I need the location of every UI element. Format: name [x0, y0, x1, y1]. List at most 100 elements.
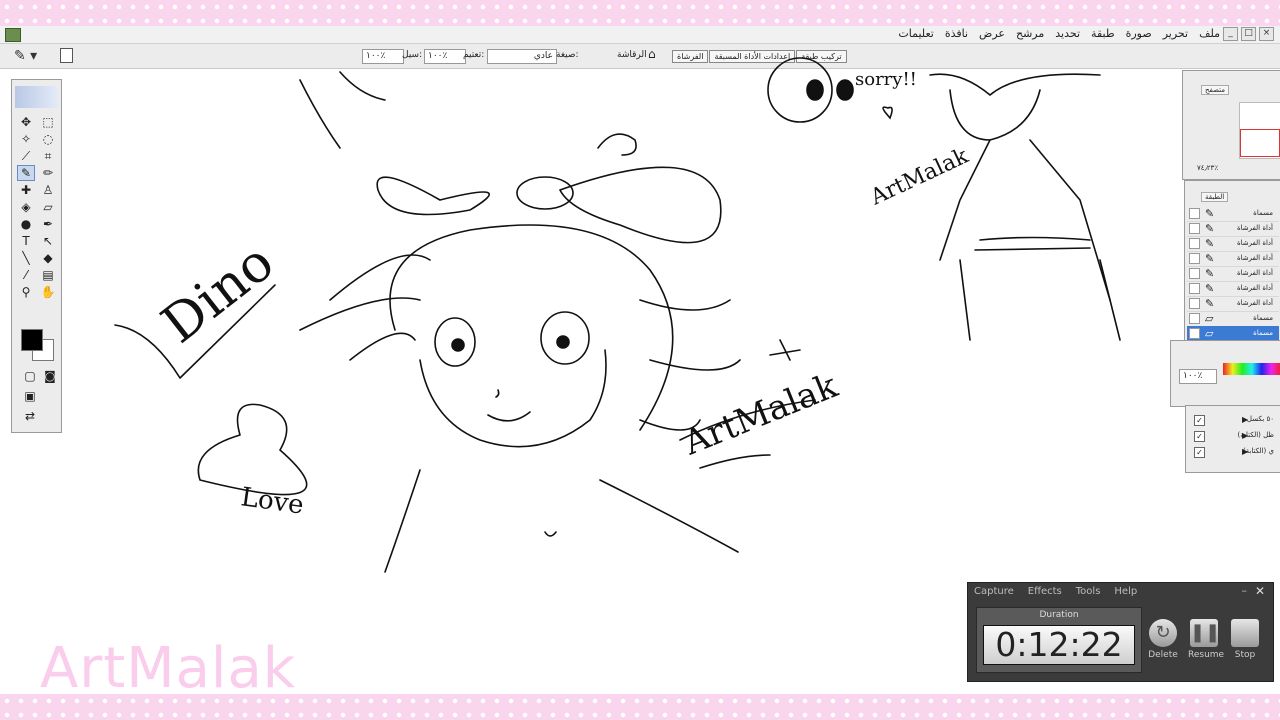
artmalak-small-signature: ArtMalak	[866, 143, 973, 210]
color-value-field[interactable]: ١٠٠٪	[1179, 369, 1217, 384]
check-icon[interactable]: ✓	[1194, 431, 1205, 442]
delete-button[interactable]: ↻ Delete	[1147, 619, 1179, 660]
path-select-icon[interactable]: ↖	[39, 233, 57, 249]
color-panel: ١٠٠٪	[1170, 340, 1280, 407]
duration-label: Duration	[1039, 610, 1079, 620]
delete-label: Delete	[1148, 650, 1178, 660]
layer-visibility-icon[interactable]	[1189, 328, 1200, 339]
recorder-menu-capture[interactable]: Capture	[974, 586, 1014, 597]
stamp-tool-icon[interactable]: ♙	[39, 182, 57, 198]
actions-panel: ✓ ▶ ٥٠ بكسل ✓ ▶ ظل (الكتابة) ✓ ▶ ي (الكتابة)	[1185, 405, 1280, 473]
imageready-icon[interactable]: ⇄	[21, 408, 39, 424]
layer-visibility-icon[interactable]	[1189, 253, 1200, 264]
bucket-tool-icon[interactable]: ◈	[17, 199, 35, 215]
screen-mode-icon[interactable]: ▣	[21, 388, 39, 404]
love-text: Love	[239, 482, 306, 520]
marquee-tool-icon[interactable]: ⬚	[39, 114, 57, 130]
check-icon[interactable]: ✓	[1194, 415, 1205, 426]
layer-row[interactable]: ✎ أداة الفرشاة	[1187, 281, 1279, 297]
layer-row[interactable]: ✎ أداة الفرشاة	[1187, 296, 1279, 312]
recorder-menu: Capture Effects Tools Help	[974, 586, 1137, 597]
bow-left	[376, 176, 490, 216]
window-controls: _ □ ×	[1223, 27, 1274, 41]
pencil-tool-icon[interactable]: ✏	[39, 165, 57, 181]
screen-recorder-widget: Capture Effects Tools Help – ✕ Duration …	[967, 582, 1274, 682]
type-tool-icon[interactable]: T	[17, 233, 35, 249]
check-icon[interactable]: ✓	[1194, 447, 1205, 458]
sketch-flourish	[769, 339, 801, 361]
stop-button[interactable]: Stop	[1229, 619, 1261, 660]
close-button[interactable]: ×	[1259, 27, 1274, 41]
left-pupil	[451, 338, 465, 352]
layer-row[interactable]: ✎ أداة الفرشاة	[1187, 221, 1279, 237]
layer-visibility-icon[interactable]	[1189, 208, 1200, 219]
tab-layers[interactable]: الطبقة	[1201, 192, 1229, 202]
pen-tool-icon[interactable]: ✒	[39, 216, 57, 232]
recorder-minimize-icon[interactable]: –	[1242, 584, 1248, 597]
foreground-color-swatch[interactable]	[21, 329, 43, 351]
boy-hair	[929, 73, 1101, 97]
quickmask-mode-icon[interactable]: ◙	[41, 368, 59, 384]
action-row[interactable]: ✓ ▶ ٥٠ بكسل	[1188, 412, 1278, 427]
eraser-icon: ▱	[1205, 327, 1214, 340]
layer-visibility-icon[interactable]	[1189, 268, 1200, 279]
nose	[495, 389, 500, 398]
eraser-tool-icon[interactable]: ▱	[39, 199, 57, 215]
layer-row[interactable]: ✎ أداة الفرشاة	[1187, 251, 1279, 267]
toolbox: ✥ ⬚ ✧ ◌ ⟋ ⌗ ✎ ✏ ✚ ♙ ◈ ▱ ● ✒ T ↖ ╲ ◆ ⁄ ▤ …	[11, 79, 62, 433]
color-ramp[interactable]	[1223, 363, 1280, 375]
brush-icon: ✎	[1205, 252, 1215, 265]
toolbox-header-logo	[15, 86, 58, 108]
boy-belt	[974, 236, 1091, 251]
navigator-zoom[interactable]: ٧٤٫٢٣٪	[1197, 164, 1218, 172]
eyedropper-icon[interactable]: ⁄	[17, 267, 35, 283]
right-pupil	[556, 335, 570, 349]
magic-wand-icon[interactable]: ✧	[17, 131, 35, 147]
recorder-menu-effects[interactable]: Effects	[1028, 586, 1062, 597]
layer-row[interactable]: ✎ أداة الفرشاة	[1187, 266, 1279, 282]
layers-panel: الطبقة ✎ مسماة ✎ أداة الفرشاة ✎ أداة الفرشا…	[1184, 180, 1280, 352]
eraser-icon: ▱	[1205, 312, 1214, 325]
notes-tool-icon[interactable]: ▤	[39, 267, 57, 283]
brush-icon: ✎	[1205, 222, 1215, 235]
action-row[interactable]: ✓ ▶ ظل (الكتابة)	[1188, 428, 1278, 443]
crop-tool-icon[interactable]: ⌗	[39, 148, 57, 164]
line-tool-icon[interactable]: ╲	[17, 250, 35, 266]
layer-visibility-icon[interactable]	[1189, 238, 1200, 249]
layer-visibility-icon[interactable]	[1189, 298, 1200, 309]
lasso-tool-icon[interactable]: ◌	[39, 131, 57, 147]
stop-icon	[1231, 619, 1259, 647]
recorder-menu-tools[interactable]: Tools	[1076, 586, 1101, 597]
standard-mode-icon[interactable]: ▢	[21, 368, 39, 384]
delete-icon: ↻	[1149, 619, 1177, 647]
layer-visibility-icon[interactable]	[1189, 223, 1200, 234]
layer-row[interactable]: ✎ مسماة	[1187, 206, 1279, 222]
restore-button[interactable]: □	[1241, 27, 1256, 41]
ahoge	[597, 133, 637, 156]
move-tool-icon[interactable]: ✥	[17, 114, 35, 130]
action-row[interactable]: ✓ ▶ ي (الكتابة)	[1188, 444, 1278, 459]
chibi-eye-left	[806, 79, 824, 101]
slice-tool-icon[interactable]: ⟋	[17, 148, 35, 164]
blur-tool-icon[interactable]: ●	[17, 216, 35, 232]
duration-box: Duration 0:12:22	[976, 607, 1142, 673]
zoom-tool-icon[interactable]: ⚲	[17, 284, 35, 300]
shape-tool-icon[interactable]: ◆	[39, 250, 57, 266]
recorder-close-icon[interactable]: ✕	[1255, 584, 1265, 598]
sorry-text: sorry!!	[855, 69, 917, 90]
healing-tool-icon[interactable]: ✚	[17, 182, 35, 198]
hand-tool-icon[interactable]: ✋	[39, 284, 57, 300]
minimize-button[interactable]: _	[1223, 27, 1238, 41]
layer-row[interactable]: ▱ مسماة	[1187, 311, 1279, 327]
tab-navigator[interactable]: متصفح	[1201, 85, 1229, 95]
layer-visibility-icon[interactable]	[1189, 283, 1200, 294]
resume-button[interactable]: ❚❚ Resume	[1188, 619, 1224, 660]
recorder-menu-help[interactable]: Help	[1114, 586, 1137, 597]
resume-label: Resume	[1188, 650, 1225, 660]
navigator-view-box[interactable]	[1240, 129, 1280, 157]
brush-tool-icon[interactable]: ✎	[17, 165, 35, 181]
heart-bubble	[197, 403, 308, 496]
layer-visibility-icon[interactable]	[1189, 313, 1200, 324]
shoulders	[384, 469, 739, 573]
layer-row[interactable]: ✎ أداة الفرشاة	[1187, 236, 1279, 252]
